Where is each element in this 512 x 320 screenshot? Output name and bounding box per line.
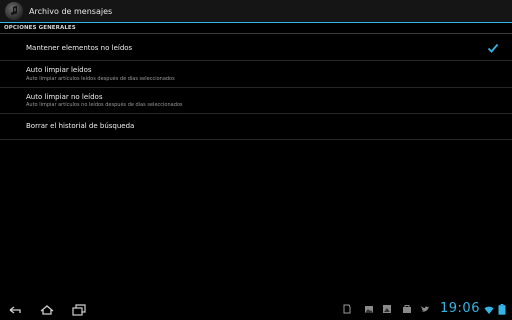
pref-summary: Auto limpiar artículos no leídos después… — [26, 102, 183, 108]
app-title: Archivo de mensajes — [29, 6, 113, 16]
pref-title: Auto limpiar no leídos — [26, 93, 103, 101]
shop-icon[interactable] — [402, 304, 412, 314]
pref-auto-clean-unread[interactable]: Auto limpiar no leídos Auto limpiar artí… — [0, 88, 512, 113]
back-icon[interactable] — [8, 304, 22, 316]
pref-auto-clean-read[interactable]: Auto limpiar leídos Auto limpiar artícul… — [0, 61, 512, 87]
pref-title: Mantener elementos no leídos — [26, 44, 133, 52]
gallery-icon[interactable] — [364, 304, 374, 314]
system-bar — [0, 300, 512, 320]
action-bar: Archivo de mensajes — [0, 0, 512, 22]
clock[interactable]: 19:06 — [440, 301, 480, 316]
twitter-icon[interactable] — [420, 304, 430, 314]
pref-clear-search-history[interactable]: Borrar el historial de búsqueda — [0, 114, 512, 139]
battery-icon[interactable] — [498, 304, 506, 315]
pref-divider — [0, 139, 512, 140]
notification-icon[interactable] — [342, 304, 352, 314]
action-bar-divider — [0, 22, 512, 23]
media-icon[interactable] — [382, 304, 392, 314]
home-icon[interactable] — [40, 304, 54, 316]
app-icon[interactable] — [5, 2, 23, 20]
pref-summary: Auto limpiar artículos leídos después de… — [26, 76, 175, 82]
category-header: OPCIONES GENERALES — [4, 25, 76, 31]
pref-title: Borrar el historial de búsqueda — [26, 122, 135, 130]
music-note-icon — [11, 6, 18, 15]
wifi-icon[interactable] — [484, 305, 494, 315]
pref-keep-unread[interactable]: Mantener elementos no leídos — [0, 34, 512, 60]
pref-title: Auto limpiar leídos — [26, 66, 92, 74]
recent-apps-icon[interactable] — [72, 304, 86, 316]
checkmark-icon[interactable] — [487, 43, 499, 53]
